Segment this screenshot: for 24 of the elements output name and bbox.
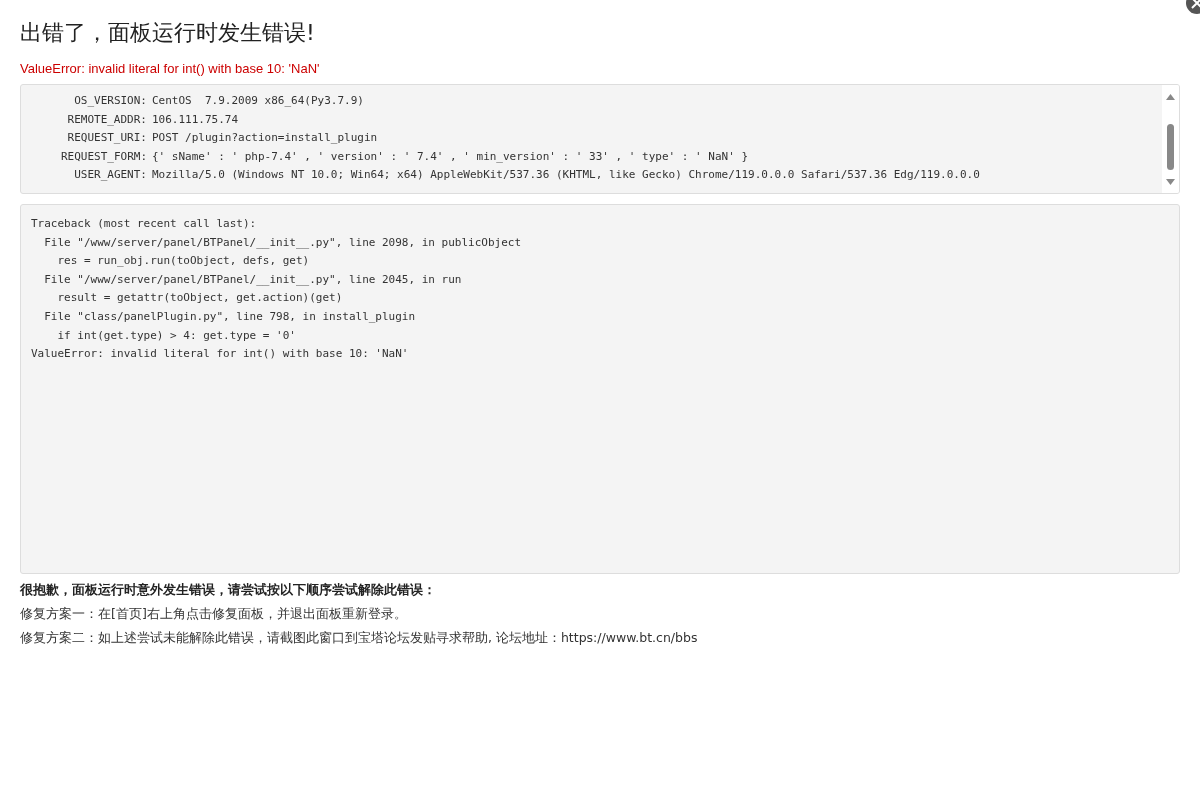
info-value: POST /plugin?action=install_plugin (152, 130, 378, 147)
info-key: REQUEST_FORM: (25, 147, 147, 167)
traceback-line: File "/www/server/panel/BTPanel/__init__.py", line 2045, in run (43, 271, 463, 288)
traceback-line: if int(get.type) > 4: get.type = '0' (56, 327, 297, 344)
info-value: CentOS 7.9.2009 x86_64(Py3.7.9) (152, 93, 364, 109)
info-key: REMOTE_ADDR: (25, 110, 147, 130)
scrollbar-icon[interactable] (1162, 85, 1179, 193)
info-value: 106.111.75.74 (152, 111, 239, 128)
info-key: USER_AGENT: (25, 166, 147, 185)
traceback-line: File "class/panelPlugin.py", line 798, in install_plugin (43, 308, 417, 325)
info-key: OS_VERSION: (25, 92, 147, 111)
traceback-line: Traceback (most recent call last): (31, 216, 258, 232)
info-value: Mozilla/5.0 (Windows NT 10.0; Win64; x64) AppleWebKit/537.36 (KHTML, like Gecko) Chrome/119.0.0.0 Safari/537.36 Edg/119.0.0.0 (152, 167, 980, 184)
help-text: 修复方案二：如上述尝试未能解除此错误，请截图此窗口到宝塔论坛发贴寻求帮助, 论坛地址：https://www.bt.cn/bbs (20, 629, 699, 647)
error-message: ValueError: invalid literal for int() with base 10: 'NaN' (20, 60, 321, 78)
traceback-line: res = run_obj.run(toObject, defs, get) (56, 253, 311, 270)
traceback-line: File "/www/server/panel/BTPanel/__init__.py", line 2098, in publicObject (43, 234, 523, 251)
traceback-line: result = getattr(toObject, get.action)(get) (56, 290, 344, 307)
page-title: 出错了，面板运行时发生错误! (20, 19, 316, 47)
help-text: 修复方案一：在[首页]右上角点击修复面板，并退出面板重新登录。 (20, 605, 408, 623)
info-value: {' sName' : ' php-7.4' , ' version' : ' 7.4' , ' min_version' : ' 33' , ' type' : ' NaN' } (152, 148, 749, 165)
traceback-line: ValueError: invalid literal for int() with base 10: 'NaN' (31, 346, 410, 363)
help-title: 很抱歉，面板运行时意外发生错误，请尝试按以下顺序尝试解除此错误： (20, 581, 437, 599)
info-key: REQUEST_URI: (25, 129, 147, 148)
